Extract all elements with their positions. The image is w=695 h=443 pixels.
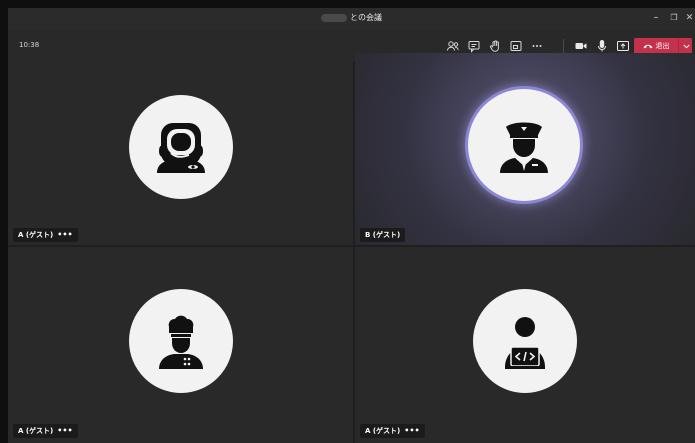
- participant-more-button[interactable]: •••: [57, 424, 72, 438]
- chef-icon: [129, 289, 233, 393]
- mic-icon[interactable]: [594, 38, 610, 54]
- meeting-clock: 10:38: [19, 41, 40, 49]
- participant-more-button[interactable]: •••: [404, 424, 419, 438]
- participant-name-tag: A (ゲスト) •••: [13, 228, 78, 242]
- redacted-name: [321, 13, 348, 22]
- participant-name: A (ゲスト): [18, 427, 54, 435]
- camera-icon[interactable]: [573, 38, 589, 54]
- people-icon[interactable]: [445, 38, 461, 54]
- close-button[interactable]: ✕: [684, 11, 695, 25]
- participant-name-tag: A (ゲスト) •••: [13, 424, 78, 438]
- developer-icon: [473, 289, 577, 393]
- leave-button-group: 退出: [634, 38, 692, 54]
- participant-name: A (ゲスト): [365, 427, 401, 435]
- participant-tile: A (ゲスト) •••: [8, 247, 353, 443]
- toolbar-divider: [563, 39, 564, 53]
- participant-name-tag: B (ゲスト): [360, 228, 406, 242]
- astronaut-icon: [129, 95, 233, 199]
- raise-hand-icon[interactable]: [487, 38, 503, 54]
- title-bar: との会議 – ❐ ✕: [8, 8, 695, 30]
- restore-button[interactable]: ❐: [667, 11, 681, 25]
- participant-name: B (ゲスト): [365, 231, 401, 239]
- share-screen-icon[interactable]: [615, 38, 631, 54]
- more-options-icon[interactable]: [529, 38, 545, 54]
- chevron-down-icon: [682, 44, 690, 48]
- leave-button[interactable]: 退出: [634, 38, 678, 54]
- participant-more-button[interactable]: •••: [57, 228, 72, 242]
- participant-tile: A (ゲスト) •••: [355, 247, 695, 443]
- teams-window: との会議 – ❐ ✕ 10:38 退出 A (ゲスト) ••• B (ゲスト) …: [8, 8, 695, 443]
- window-title: との会議: [8, 12, 695, 23]
- chat-icon[interactable]: [466, 38, 482, 54]
- participant-tile-active: B (ゲスト): [355, 53, 695, 245]
- hang-up-icon: [643, 44, 652, 49]
- leave-options-button[interactable]: [678, 38, 693, 54]
- participant-tile: A (ゲスト) •••: [8, 53, 353, 245]
- participant-name-tag: A (ゲスト) •••: [360, 424, 425, 438]
- participant-name: A (ゲスト): [18, 231, 54, 239]
- minimize-button[interactable]: –: [649, 11, 663, 25]
- pilot-icon: [468, 89, 580, 201]
- leave-label: 退出: [655, 42, 670, 50]
- rooms-icon[interactable]: [508, 38, 524, 54]
